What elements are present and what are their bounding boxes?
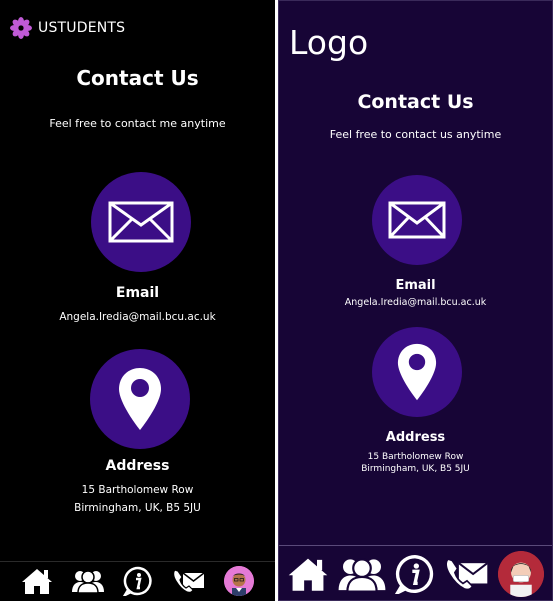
nav-people[interactable] — [337, 555, 387, 593]
address-line-1: 15 Bartholomew Row — [81, 484, 194, 496]
location-pin-icon — [397, 343, 437, 401]
address-icon-circle[interactable] — [90, 349, 190, 449]
nav-info[interactable] — [395, 554, 435, 594]
left-screen: USTUDENTS Contact Us Feel free to contac… — [0, 0, 275, 601]
info-icon — [395, 554, 434, 594]
address-line-2: Birmingham, UK, B5 5JU — [74, 502, 201, 514]
address-icon-circle[interactable] — [372, 327, 462, 417]
nav-profile-avatar[interactable] — [223, 565, 254, 596]
info-icon — [123, 566, 153, 596]
address-line-1: 15 Bartholomew Row — [367, 452, 464, 462]
nav-contact[interactable] — [172, 567, 206, 595]
brand-name: USTUDENTS — [38, 20, 126, 36]
email-icon-circle[interactable] — [372, 175, 462, 265]
envelope-icon — [388, 201, 446, 239]
page-subtitle: Feel free to contact me anytime — [49, 117, 226, 130]
envelope-icon — [108, 201, 174, 243]
flower-icon — [10, 17, 32, 39]
contact-icon — [172, 568, 205, 593]
home-icon — [22, 568, 53, 594]
address-label: Address — [385, 430, 446, 445]
nav-profile-avatar[interactable] — [497, 550, 544, 597]
email-value[interactable]: Angela.Iredia@mail.bcu.ac.uk — [0, 311, 275, 323]
email-value[interactable]: Angela.Iredia@mail.bcu.ac.uk — [279, 297, 552, 308]
address-line-2: Birmingham, UK, B5 5JU — [361, 464, 470, 474]
nav-home[interactable] — [21, 567, 53, 595]
email-label: Email — [115, 285, 160, 301]
nav-info[interactable] — [123, 566, 153, 596]
right-screen: Logo Contact Us Feel free to contact us … — [278, 0, 553, 601]
contact-icon — [445, 557, 488, 590]
location-pin-icon — [119, 368, 161, 430]
bottom-nav — [0, 561, 275, 599]
bottom-nav — [279, 545, 552, 600]
address-label: Address — [105, 458, 170, 474]
home-icon — [288, 558, 328, 591]
people-icon — [72, 569, 105, 594]
brand-logo[interactable]: USTUDENTS — [10, 17, 125, 39]
nav-people[interactable] — [71, 568, 105, 594]
nav-contact[interactable] — [444, 555, 490, 593]
logo-placeholder[interactable]: Logo — [289, 23, 368, 62]
page-subtitle: Feel free to contact us anytime — [329, 128, 502, 141]
people-icon — [338, 557, 386, 593]
avatar-woman-icon — [497, 550, 544, 597]
nav-home[interactable] — [287, 556, 329, 592]
page-title: Contact Us — [357, 91, 474, 113]
avatar-man-icon — [223, 565, 254, 596]
email-icon-circle[interactable] — [91, 172, 191, 272]
email-label: Email — [395, 278, 436, 293]
page-title: Contact Us — [76, 66, 199, 90]
